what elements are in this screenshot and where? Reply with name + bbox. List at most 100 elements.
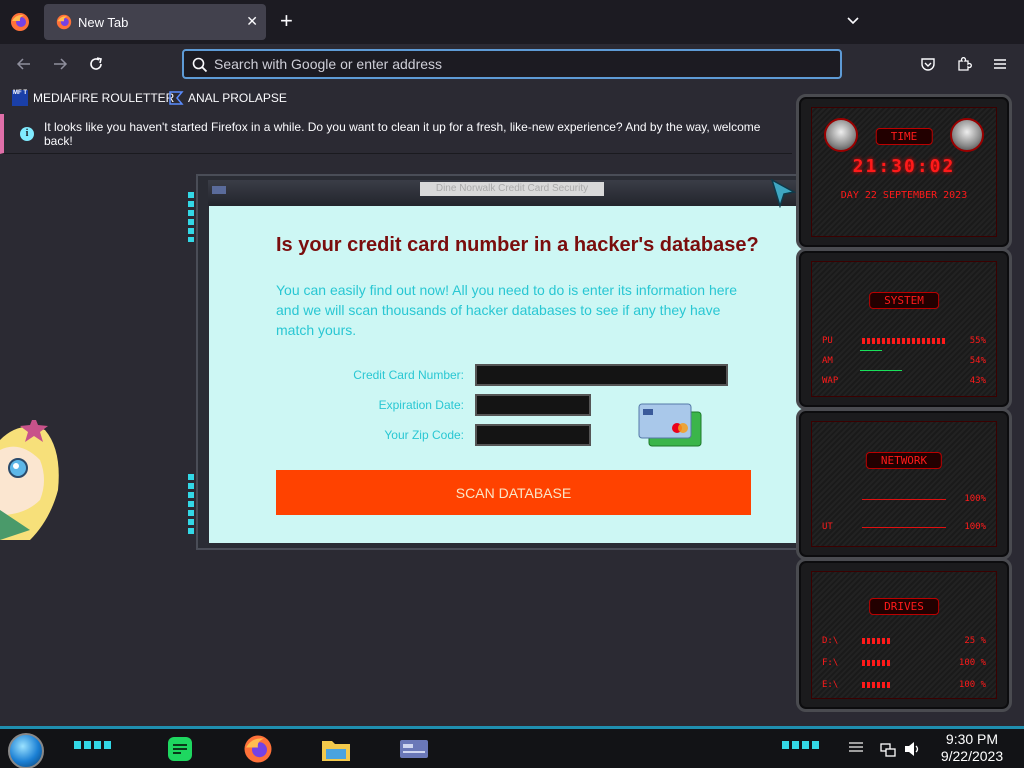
network-gadget: NETWORK 100% UT 100%	[796, 408, 1012, 560]
network-out-row: UT 100%	[822, 522, 986, 532]
card-number-input[interactable]	[475, 364, 728, 386]
notification-text: It looks like you haven't started Firefo…	[43, 119, 761, 148]
chevron-down-icon	[847, 17, 859, 25]
clock-date: 9/22/2023	[940, 748, 1004, 764]
app-icon	[212, 186, 226, 194]
cpu-row: PU 55%	[822, 336, 986, 346]
back-arrow-icon	[16, 58, 30, 70]
scam-popup-window: Dine Norwalk Credit Card Security Is you…	[188, 174, 836, 550]
decorative-glow	[188, 474, 194, 534]
scam-form-body: Is your credit card number in a hacker's…	[209, 206, 816, 543]
decorative-glow	[74, 741, 114, 749]
pocket-button[interactable]	[918, 54, 938, 74]
bookmark-label: MEDIAFIRE ROULETTER	[33, 91, 175, 105]
swap-graph-line	[860, 370, 902, 371]
app-menu-button[interactable]	[990, 54, 1010, 74]
firefox-view-button[interactable]	[8, 10, 32, 34]
extensions-button[interactable]	[954, 54, 974, 74]
ram-row: AM 54%	[822, 356, 986, 366]
cpu-meter	[862, 338, 946, 344]
zip-input[interactable]	[475, 424, 591, 446]
forward-button[interactable]	[50, 54, 70, 74]
back-button[interactable]	[14, 54, 34, 74]
drives-gadget: DRIVES D:\ 25 % F:\ 100 % E:\ 100 %	[796, 558, 1012, 712]
search-icon	[192, 57, 208, 73]
system-gadget: SYSTEM PU 55% AM 54% WAP 43%	[796, 248, 1012, 410]
cartoon-character-mascot	[0, 415, 62, 546]
url-input[interactable]	[214, 56, 814, 72]
nav-bar	[0, 44, 1024, 84]
mediafire-icon: MF T	[12, 90, 28, 106]
gadget-title: TIME	[875, 128, 933, 145]
pocket-icon	[921, 58, 935, 71]
url-bar[interactable]	[182, 49, 842, 79]
taskbar-firefox[interactable]	[240, 733, 276, 765]
notifications-icon[interactable]	[848, 741, 864, 755]
swap-row: WAP 43%	[822, 376, 986, 386]
drive-f-row: F:\ 100 %	[822, 658, 986, 668]
start-button[interactable]	[8, 733, 44, 768]
volume-icon[interactable]	[904, 741, 922, 757]
drive-meter	[862, 682, 892, 688]
bookmark-mediafire-rouletter[interactable]: MF T MEDIAFIRE ROULETTER	[12, 90, 174, 106]
decorative-glow	[782, 741, 822, 749]
folder-icon	[322, 741, 350, 761]
mouse-cursor-icon	[770, 178, 797, 208]
firefox-icon	[11, 13, 29, 31]
taskbar-file-explorer[interactable]	[318, 733, 354, 765]
tab-bar: New Tab ✕ +	[0, 0, 1024, 44]
gadget-title: SYSTEM	[869, 292, 939, 309]
drive-meter	[862, 660, 892, 666]
taskbar-notes-app[interactable]	[162, 733, 198, 765]
expiration-label: Expiration Date:	[378, 398, 464, 412]
hamburger-menu-icon	[994, 59, 1006, 69]
refresh-notification-bar: i It looks like you haven't started Fire…	[0, 114, 792, 154]
new-tab-button[interactable]: +	[280, 10, 293, 32]
scan-database-button[interactable]: SCAN DATABASE	[276, 470, 751, 515]
tab-title: New Tab	[78, 14, 129, 30]
gadget-title: NETWORK	[865, 452, 943, 469]
network-in-row: 100%	[822, 494, 986, 504]
bookmark-favicon-icon	[169, 91, 184, 105]
bookmark-label: ANAL PROLAPSE	[188, 91, 287, 105]
close-tab-icon[interactable]: ✕	[246, 13, 258, 30]
info-icon: i	[20, 126, 34, 141]
firefox-icon	[56, 14, 72, 30]
card-number-label: Credit Card Number:	[353, 368, 464, 382]
decorative-glow	[188, 192, 194, 242]
credit-card-app-icon	[400, 740, 428, 758]
drive-d-row: D:\ 25 %	[822, 636, 986, 646]
page-title: Is your credit card number in a hacker's…	[276, 234, 759, 256]
network-icon[interactable]	[880, 741, 896, 757]
clock-time: 9:30 PM	[945, 731, 999, 747]
time-gadget: TIME 21:30:02 DAY 22 SEPTEMBER 2023	[796, 94, 1012, 250]
gadget-title: DRIVES	[869, 598, 939, 615]
taskbar-scam-app[interactable]	[396, 733, 432, 765]
tab-new-tab[interactable]: New Tab ✕	[44, 4, 266, 40]
puzzle-icon	[958, 57, 972, 71]
taskbar-clock[interactable]: 9:30 PM 9/22/2023	[930, 731, 1014, 765]
network-graph-line	[862, 526, 946, 528]
notes-app-icon	[168, 737, 192, 761]
ram-graph-line	[860, 350, 882, 351]
alien-head-icon	[950, 118, 984, 152]
drive-meter	[862, 638, 892, 644]
gadget-time: 21:30:02	[852, 156, 956, 177]
forward-arrow-icon	[54, 58, 68, 70]
bookmark-anal-prolapse[interactable]: ANAL PROLAPSE	[168, 90, 287, 106]
list-all-tabs-button[interactable]	[845, 12, 861, 33]
firefox-icon	[244, 735, 272, 763]
scam-description: You can easily find out now! All you nee…	[276, 282, 737, 338]
credit-cards-icon	[638, 403, 702, 447]
taskbar: 9:30 PM 9/22/2023	[0, 726, 1024, 768]
reload-icon	[90, 57, 102, 70]
window-title: Dine Norwalk Credit Card Security	[420, 182, 604, 196]
drive-e-row: E:\ 100 %	[822, 680, 986, 690]
network-graph-line	[862, 498, 946, 500]
gadget-date: DAY 22 SEPTEMBER 2023	[840, 190, 968, 201]
reload-button[interactable]	[86, 54, 106, 74]
desktop: New Tab ✕ + Search with Google or enter …	[0, 0, 1024, 768]
expiration-input[interactable]	[475, 394, 591, 416]
alien-head-icon	[824, 118, 858, 152]
zip-label: Your Zip Code:	[384, 428, 464, 442]
